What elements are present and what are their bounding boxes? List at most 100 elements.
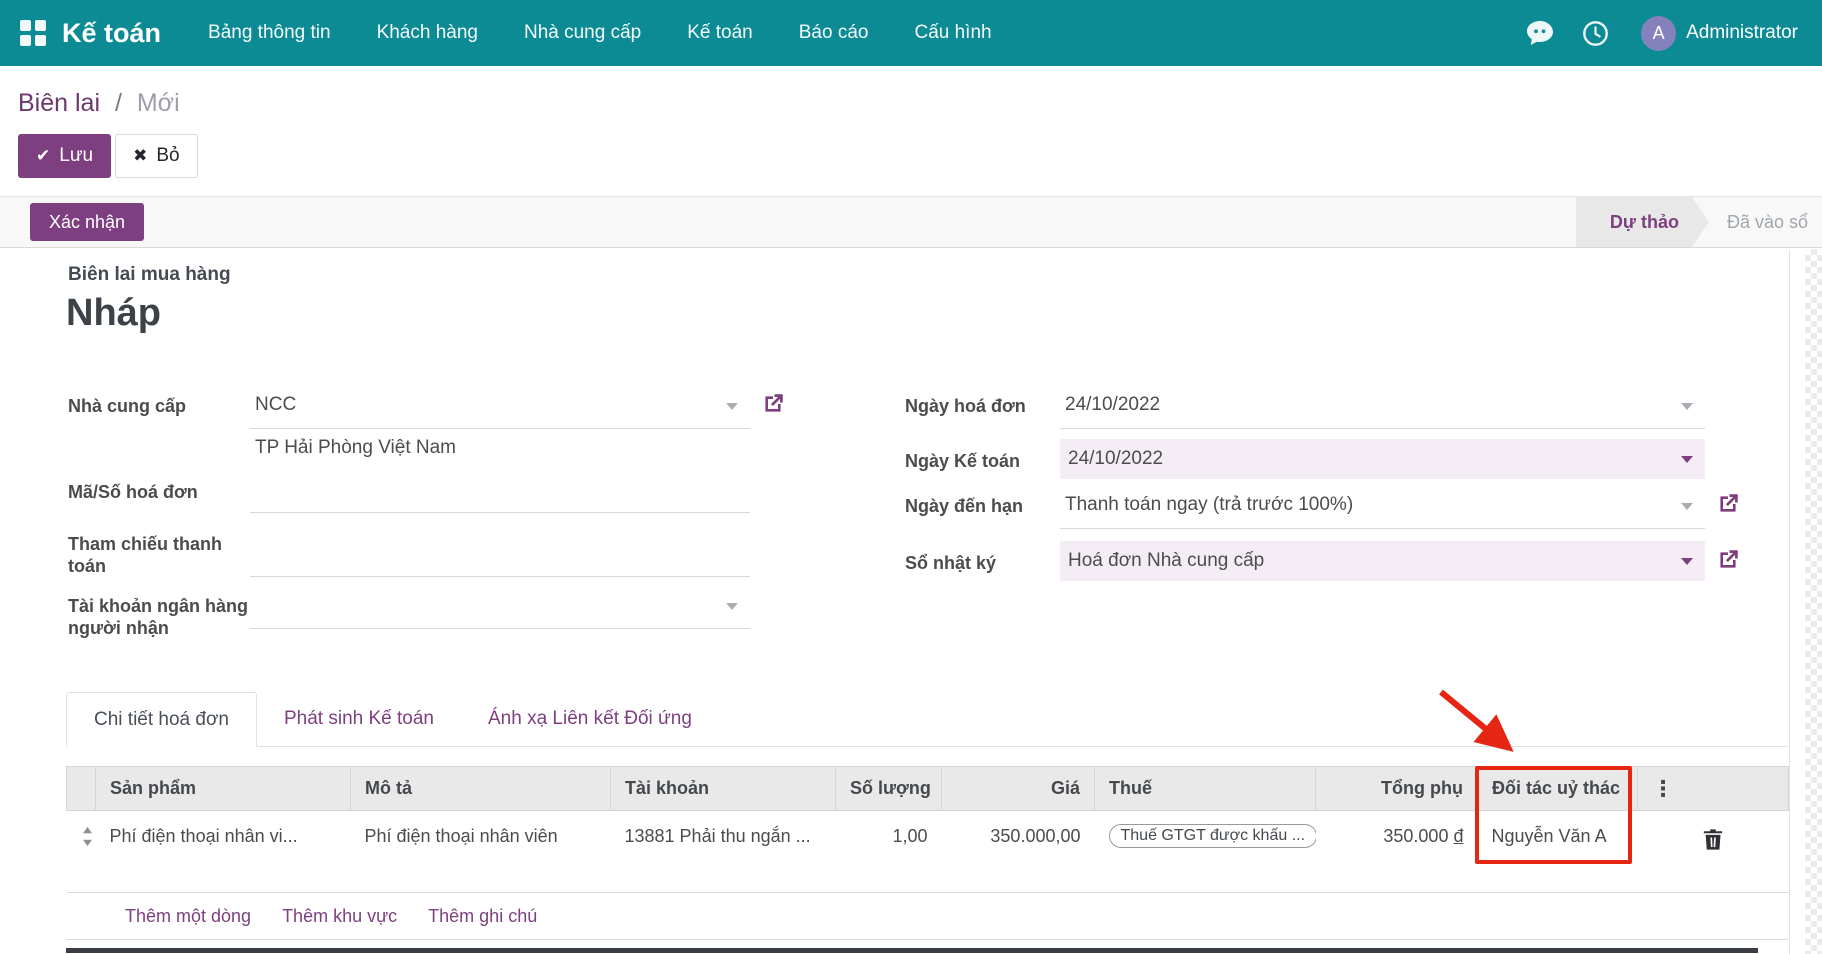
activities-clock-icon[interactable] — [1568, 20, 1623, 47]
invoice-date-label: Ngày hoá đơn — [905, 393, 1060, 429]
breadcrumb-separator: / — [115, 89, 122, 117]
control-panel: Biên lai / Mới ✔ Lưu ✖ Bỏ — [0, 66, 1822, 196]
user-menu[interactable]: A Administrator — [1623, 16, 1802, 51]
table-header-row: Sản phẩm Mô tả Tài khoản Số lượng Giá Th… — [67, 767, 1789, 811]
field-journal: Sổ nhật ký Hoá đơn Nhà cung cấp — [905, 541, 1740, 581]
app-brand[interactable]: Kế toán — [62, 18, 161, 49]
cell-product[interactable]: Phí điện thoại nhân vi... — [96, 811, 351, 893]
tax-tag[interactable]: Thuế GTGT được khấu ... — [1109, 824, 1316, 848]
field-invoice-date: Ngày hoá đơn 24/10/2022 — [905, 393, 1740, 429]
optional-columns-icon[interactable]: ⋮ — [1638, 767, 1789, 811]
cell-trust-partner[interactable]: Nguyễn Văn A — [1478, 811, 1638, 893]
status-bar: Xác nhận Dự thảo Đã vào sổ — [0, 196, 1822, 248]
stage-posted[interactable]: Đã vào sổ — [1727, 212, 1808, 233]
journal-input[interactable]: Hoá đơn Nhà cung cấp — [1060, 541, 1705, 581]
nav-item-vendors[interactable]: Nhà cung cấp — [501, 0, 664, 66]
invoice-date-input[interactable]: 24/10/2022 — [1060, 393, 1705, 429]
header-tax: Thuế — [1095, 767, 1316, 811]
table-footer-links: Thêm một dòng Thêm khu vực Thêm ghi chú — [66, 893, 1788, 940]
chevron-down-icon[interactable] — [1681, 403, 1693, 410]
external-link-icon[interactable] — [1715, 547, 1743, 575]
field-bank-account: Tài khoản ngân hàng người nhận — [68, 593, 760, 639]
cell-tax[interactable]: Thuế GTGT được khấu ... — [1095, 811, 1316, 893]
sheet-right-edge — [1789, 250, 1790, 954]
field-payment-ref: Tham chiếu thanh toán — [68, 531, 760, 577]
add-line-link[interactable]: Thêm một dòng — [125, 906, 251, 927]
section-divider — [66, 948, 1758, 953]
form-sheet: Biên lai mua hàng Nháp Nhà cung cấp NCC … — [0, 264, 1822, 953]
breadcrumb-parent-link[interactable]: Biên lai — [18, 89, 100, 117]
nav-item-customers[interactable]: Khách hàng — [354, 0, 501, 66]
user-name: Administrator — [1686, 22, 1798, 44]
add-note-link[interactable]: Thêm ghi chú — [428, 906, 537, 927]
tab-strip: Chi tiết hoá đơn Phát sinh Kế toán Ánh x… — [66, 692, 1788, 747]
breadcrumb: Biên lai / Mới — [18, 86, 1804, 120]
payment-ref-input[interactable] — [250, 531, 750, 577]
due-date-input[interactable]: Thanh toán ngay (trả trước 100%) — [1060, 493, 1705, 529]
invoice-ref-input[interactable] — [250, 479, 750, 513]
external-link-icon[interactable] — [760, 391, 788, 419]
x-icon: ✖ — [133, 146, 147, 166]
external-link-icon[interactable] — [1715, 491, 1743, 519]
row-drag-cell[interactable] — [67, 811, 96, 893]
cell-description[interactable]: Phí điện thoại nhân viên — [351, 811, 611, 893]
form-buttons: ✔ Lưu ✖ Bỏ — [18, 134, 1804, 178]
header-account: Tài khoản — [611, 767, 836, 811]
header-quantity: Số lượng — [836, 767, 942, 811]
document-type-label: Biên lai mua hàng — [68, 264, 1822, 286]
chevron-down-icon[interactable] — [1681, 558, 1693, 565]
breadcrumb-current: Mới — [137, 89, 180, 117]
invoice-ref-label: Mã/Số hoá đơn — [68, 479, 250, 513]
transparency-strip — [1805, 249, 1822, 954]
field-accounting-date: Ngày Kế toán 24/10/2022 — [905, 439, 1740, 479]
nav-item-reports[interactable]: Báo cáo — [776, 0, 892, 66]
document-state-title: Nháp — [66, 292, 1822, 335]
accounting-date-input[interactable]: 24/10/2022 — [1060, 439, 1705, 479]
cell-quantity[interactable]: 1,00 — [836, 811, 942, 893]
bank-account-label: Tài khoản ngân hàng người nhận — [68, 593, 250, 639]
check-icon: ✔ — [36, 146, 50, 166]
header-subtotal: Tổng phụ — [1316, 767, 1478, 811]
user-avatar: A — [1641, 16, 1676, 51]
confirm-button[interactable]: Xác nhận — [30, 203, 144, 241]
cell-subtotal[interactable]: 350.000 đ — [1316, 811, 1478, 893]
nav-item-accounting[interactable]: Kế toán — [664, 0, 776, 66]
tab-journal-items[interactable]: Phát sinh Kế toán — [257, 691, 461, 746]
bank-account-input[interactable] — [250, 593, 750, 629]
apps-grid-icon[interactable] — [20, 20, 46, 46]
save-button[interactable]: ✔ Lưu — [18, 134, 111, 178]
chevron-down-icon[interactable] — [726, 603, 738, 610]
stage-draft[interactable]: Dự thảo — [1576, 197, 1709, 247]
vendor-input[interactable]: NCC — [250, 393, 750, 429]
accounting-date-label: Ngày Kế toán — [905, 439, 1060, 479]
tab-invoice-lines[interactable]: Chi tiết hoá đơn — [66, 692, 257, 747]
notebook: Chi tiết hoá đơn Phát sinh Kế toán Ánh x… — [66, 692, 1788, 893]
cell-account[interactable]: 13881 Phải thu ngắn ... — [611, 811, 836, 893]
field-vendor: Nhà cung cấp NCC — [68, 393, 760, 429]
chevron-down-icon[interactable] — [1681, 503, 1693, 510]
messages-icon[interactable] — [1512, 20, 1568, 46]
currency-symbol: đ — [1453, 826, 1463, 846]
payment-ref-label: Tham chiếu thanh toán — [68, 531, 250, 577]
cell-price[interactable]: 350.000,00 — [942, 811, 1095, 893]
add-section-link[interactable]: Thêm khu vực — [282, 906, 397, 927]
header-description: Mô tả — [351, 767, 611, 811]
header-product: Sản phẩm — [96, 767, 351, 811]
header-drag-handle — [67, 767, 96, 811]
nav-item-dashboard[interactable]: Bảng thông tin — [185, 0, 354, 66]
chevron-down-icon[interactable] — [726, 403, 738, 410]
invoice-lines-table: Sản phẩm Mô tả Tài khoản Số lượng Giá Th… — [66, 766, 1789, 893]
top-navbar: Kế toán Bảng thông tin Khách hàng Nhà cu… — [0, 0, 1822, 66]
odoo-receipt-form-page: Kế toán Bảng thông tin Khách hàng Nhà cu… — [0, 0, 1822, 954]
delete-row-icon[interactable] — [1702, 828, 1724, 851]
tab-counterpart-mapping[interactable]: Ánh xạ Liên kết Đối ứng — [461, 691, 719, 746]
header-price: Giá — [942, 767, 1095, 811]
table-row: Phí điện thoại nhân vi... Phí điện thoại… — [67, 811, 1789, 893]
field-invoice-ref: Mã/Số hoá đơn — [68, 479, 760, 513]
chevron-down-icon[interactable] — [1681, 456, 1693, 463]
discard-button[interactable]: ✖ Bỏ — [115, 134, 198, 178]
drag-handle-icon — [81, 827, 94, 846]
nav-item-configuration[interactable]: Cấu hình — [891, 0, 1014, 66]
form-fields: Nhà cung cấp NCC TP Hải Phòng Việt Nam M… — [68, 393, 1822, 639]
header-trust-partner: Đối tác uỷ thác — [1478, 767, 1638, 811]
